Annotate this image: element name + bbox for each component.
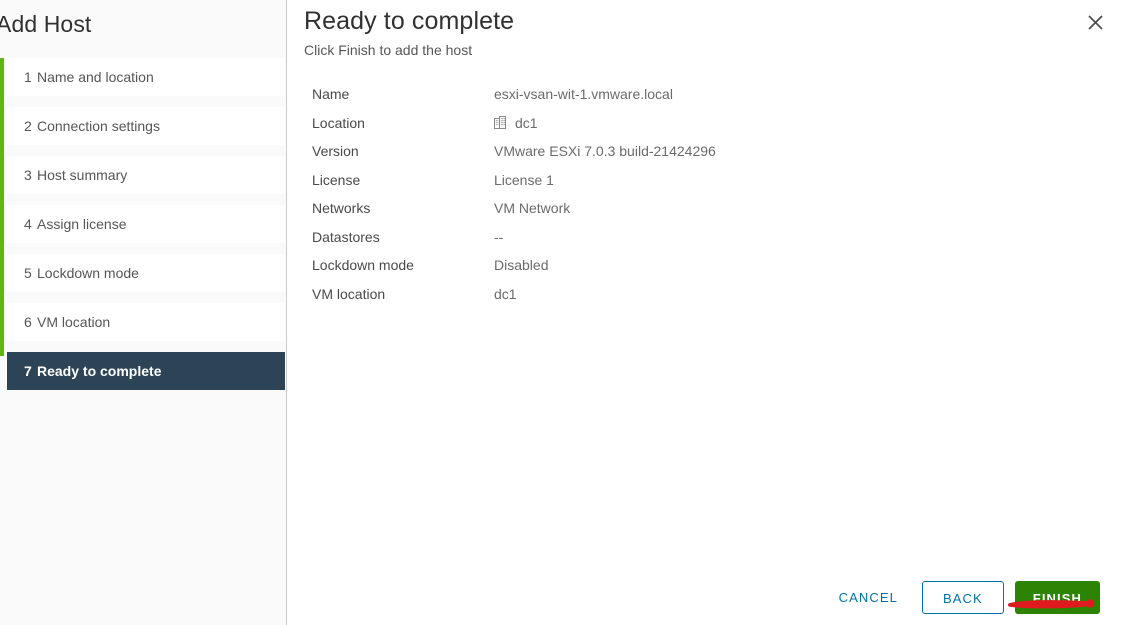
wizard-step-number: 7 xyxy=(24,363,32,379)
summary-row-label: Location xyxy=(312,114,365,131)
summary-table: Name esxi-vsan-wit-1.vmware.local Location… xyxy=(312,80,1052,308)
summary-row-label: Version xyxy=(312,143,359,160)
summary-row-value-text: Disabled xyxy=(494,257,549,274)
wizard-step-label: Host summary xyxy=(37,167,128,183)
wizard-title: Add Host xyxy=(0,11,92,37)
summary-row-value: dc1 xyxy=(494,286,517,302)
summary-row-value: esxi-vsan-wit-1.vmware.local xyxy=(494,86,673,102)
datacenter-icon xyxy=(494,115,508,130)
wizard-step-list: 1 Name and location 2 Connection settings 3 H… xyxy=(0,58,286,390)
wizard-step-label: Assign license xyxy=(37,216,127,232)
wizard-content: Ready to complete Click Finish to add th… xyxy=(287,0,1121,625)
summary-row: License License 1 xyxy=(312,166,1052,195)
summary-row: VM location dc1 xyxy=(312,280,1052,309)
wizard-step-3[interactable]: 3 Host summary xyxy=(7,156,285,194)
summary-row: Name esxi-vsan-wit-1.vmware.local xyxy=(312,80,1052,109)
wizard-step-number: 3 xyxy=(24,167,32,183)
wizard-step-4[interactable]: 4 Assign license xyxy=(7,205,285,243)
wizard-step-number: 5 xyxy=(24,265,32,281)
wizard-step-number: 1 xyxy=(24,69,32,85)
page-subtitle: Click Finish to add the host xyxy=(304,42,473,58)
wizard-step-number: 6 xyxy=(24,314,32,330)
summary-row-value-text: dc1 xyxy=(515,114,538,131)
wizard-step-1[interactable]: 1 Name and location xyxy=(7,58,285,96)
wizard-step-number: 2 xyxy=(24,118,32,134)
summary-row: Location dc1 xyxy=(312,109,1052,138)
summary-row-value-text: dc1 xyxy=(494,285,517,302)
wizard-step-label: Ready to complete xyxy=(37,363,162,379)
summary-row-value-text: License 1 xyxy=(494,171,554,188)
wizard-step-label: Connection settings xyxy=(37,118,160,134)
summary-row: Datastores -- xyxy=(312,223,1052,252)
wizard-step-label: Name and location xyxy=(37,69,154,85)
back-button[interactable]: BACK xyxy=(921,581,1004,614)
summary-row-value: -- xyxy=(494,229,503,245)
wizard-step-label: Lockdown mode xyxy=(37,265,139,281)
summary-row-label: Datastores xyxy=(312,228,380,245)
summary-row-label: License xyxy=(312,171,361,188)
wizard-sidebar: Add Host 1 Name and location 2 Connection s… xyxy=(0,0,287,625)
page-title: Ready to complete xyxy=(304,7,515,35)
summary-row-label: Networks xyxy=(312,200,371,217)
summary-row-value-text: VMware ESXi 7.0.3 build-21424296 xyxy=(494,143,716,160)
summary-row-value: License 1 xyxy=(494,172,554,188)
summary-row-value: dc1 xyxy=(494,115,538,131)
summary-row-label: Lockdown mode xyxy=(312,257,414,274)
close-icon[interactable] xyxy=(1081,8,1109,36)
wizard-step-5[interactable]: 5 Lockdown mode xyxy=(7,254,285,292)
wizard-step-label: VM location xyxy=(37,314,111,330)
summary-row-value-text: VM Network xyxy=(494,200,571,217)
summary-row-value: VM Network xyxy=(494,200,570,216)
wizard-step-2[interactable]: 2 Connection settings xyxy=(7,107,285,145)
wizard-step-7[interactable]: 7 Ready to complete xyxy=(7,352,285,390)
wizard-step-number: 4 xyxy=(24,216,32,232)
cancel-button[interactable]: CANCEL xyxy=(825,581,912,614)
add-host-wizard: Add Host 1 Name and location 2 Connection s… xyxy=(0,0,1121,625)
summary-row: Version VMware ESXi 7.0.3 build-21424296 xyxy=(312,137,1052,166)
summary-row-label: VM location xyxy=(312,285,386,302)
summary-row-value-text: -- xyxy=(494,228,504,245)
finish-button[interactable]: FINISH xyxy=(1014,581,1100,614)
summary-row-value: Disabled xyxy=(494,257,548,273)
summary-row-value: VMware ESXi 7.0.3 build-21424296 xyxy=(494,143,716,159)
summary-row-label: Name xyxy=(312,86,350,103)
wizard-footer: CANCEL BACK FINISH xyxy=(825,581,1100,614)
summary-row: Networks VM Network xyxy=(312,194,1052,223)
summary-row: Lockdown mode Disabled xyxy=(312,251,1052,280)
summary-row-value-text: esxi-vsan-wit-1.vmware.local xyxy=(494,86,673,103)
wizard-step-6[interactable]: 6 VM location xyxy=(7,303,285,341)
